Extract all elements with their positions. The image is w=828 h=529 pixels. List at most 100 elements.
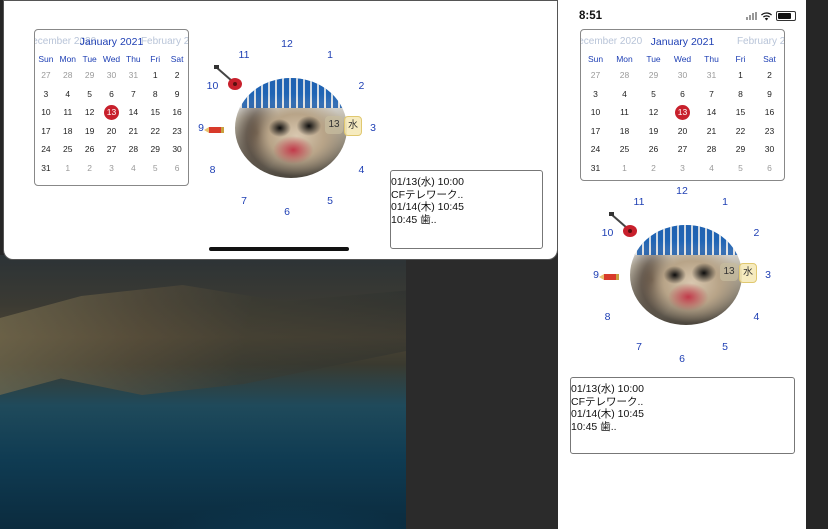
calendar-day[interactable]: 15 [144,103,166,122]
calendar-day[interactable]: 19 [639,122,668,141]
calendar-day[interactable]: 1 [57,159,79,178]
calendar-day[interactable]: 31 [35,159,57,178]
calendar-day[interactable]: 6 [668,85,697,104]
calendar-day[interactable]: 6 [101,85,123,104]
calendar-day-number: 10 [41,107,51,117]
calendar-day[interactable]: 22 [144,122,166,141]
calendar-day[interactable]: 30 [101,66,123,85]
home-indicator[interactable] [209,247,349,251]
calendar-day[interactable]: 20 [668,122,697,141]
calendar-day[interactable]: 12 [639,103,668,122]
calendar-day[interactable]: 27 [581,66,610,85]
calendar-day[interactable]: 11 [57,103,79,122]
calendar-day[interactable]: 4 [57,85,79,104]
calendar-day[interactable]: 31 [122,66,144,85]
calendar-day[interactable]: 26 [79,140,101,159]
calendar-day[interactable]: 1 [610,159,639,178]
calendar-day[interactable]: 8 [144,85,166,104]
calendar-day[interactable]: 28 [610,66,639,85]
calendar-day[interactable]: 25 [610,140,639,159]
calendar-day[interactable]: 9 [166,85,188,104]
calendar-day[interactable]: 2 [639,159,668,178]
calendar-day[interactable]: 29 [79,66,101,85]
calendar-day[interactable]: 30 [755,140,784,159]
calendar-day[interactable]: 24 [581,140,610,159]
calendar-day[interactable]: 4 [122,159,144,178]
calendar-day[interactable]: 5 [144,159,166,178]
calendar-day[interactable]: 28 [57,66,79,85]
calendar-day-today[interactable]: 13 [668,103,697,122]
calendar-day[interactable]: 11 [610,103,639,122]
calendar-day[interactable]: 16 [755,103,784,122]
calendar-day[interactable]: 21 [697,122,726,141]
calendar-day[interactable]: 29 [639,66,668,85]
calendar-day[interactable]: 10 [35,103,57,122]
calendar-day[interactable]: 7 [697,85,726,104]
calendar-day[interactable]: 5 [726,159,755,178]
calendar-day-number: 2 [174,70,180,80]
calendar-day[interactable]: 27 [668,140,697,159]
calendar-day[interactable]: 17 [581,122,610,141]
clock-number: 1 [327,49,333,62]
calendar-day[interactable]: 1 [144,66,166,85]
calendar-day[interactable]: 24 [35,140,57,159]
calendar-day[interactable]: 29 [726,140,755,159]
calendar-day[interactable]: 4 [697,159,726,178]
calendar-day[interactable]: 28 [697,140,726,159]
calendar-day[interactable]: 22 [726,122,755,141]
calendar-day[interactable]: 14 [697,103,726,122]
calendar-day[interactable]: 6 [166,159,188,178]
calendar-day[interactable]: 15 [726,103,755,122]
calendar-day[interactable]: 18 [57,122,79,141]
calendar-day[interactable]: 3 [101,159,123,178]
next-month-label[interactable]: February 2021 [737,36,784,47]
calendar-day[interactable]: 19 [79,122,101,141]
calendar-day[interactable]: 2 [166,66,188,85]
calendar-day[interactable]: 29 [144,140,166,159]
calendar-day[interactable]: 9 [755,85,784,104]
calendar-day[interactable]: 8 [726,85,755,104]
calendar-day[interactable]: 2 [755,66,784,85]
calendar-day[interactable]: 5 [639,85,668,104]
calendar-day[interactable]: 14 [122,103,144,122]
calendar-day[interactable]: 30 [668,66,697,85]
calendar-day[interactable]: 3 [35,85,57,104]
calendar-day[interactable]: 20 [101,122,123,141]
calendar-day[interactable]: 10 [581,103,610,122]
calendar-day[interactable]: 16 [166,103,188,122]
calendar-day[interactable]: 12 [79,103,101,122]
calendar-day[interactable]: 18 [610,122,639,141]
calendar-day[interactable]: 31 [697,66,726,85]
weekday-label: Mon [59,54,77,64]
calendar-day[interactable]: 23 [755,122,784,141]
calendar-day[interactable]: 6 [755,159,784,178]
calendar-day[interactable]: 17 [35,122,57,141]
calendar-day[interactable]: 3 [581,85,610,104]
calendar-day-number: 29 [84,70,95,80]
clock-number: 11 [633,195,645,208]
calendar-grid: Sun Mon Tue Wed Thu Fri Sat 27 28 29 30 31 1 2 3 4 5 6 7 8 9… [35,52,188,177]
calendar-day[interactable]: 23 [166,122,188,141]
next-month-label[interactable]: February 2021 [141,36,188,47]
calendar-day[interactable]: 3 [668,159,697,178]
calendar-day[interactable]: 26 [639,140,668,159]
calendar-day[interactable]: 28 [122,140,144,159]
calendar-day[interactable]: 1 [726,66,755,85]
calendar-day[interactable]: 2 [79,159,101,178]
calendar-day-today[interactable]: 13 [101,103,123,122]
calendar-day[interactable]: 31 [581,159,610,178]
calendar-day[interactable]: 21 [122,122,144,141]
clock-number: 2 [358,80,365,92]
calendar-day[interactable]: 5 [79,85,101,104]
calendar-day-number: 9 [767,88,772,99]
weekday-label: Sun [38,54,54,64]
calendar-day[interactable]: 7 [122,85,144,104]
calendar-day[interactable]: 4 [610,85,639,104]
calendar-day[interactable]: 27 [35,66,57,85]
calendar-day[interactable]: 25 [57,140,79,159]
date-badge: 13 [325,116,343,134]
weekday-label: Wed [673,54,692,64]
calendar-day[interactable]: 27 [101,140,123,159]
calendar-day[interactable]: 30 [166,140,188,159]
calendar-day-number: 26 [648,144,659,154]
